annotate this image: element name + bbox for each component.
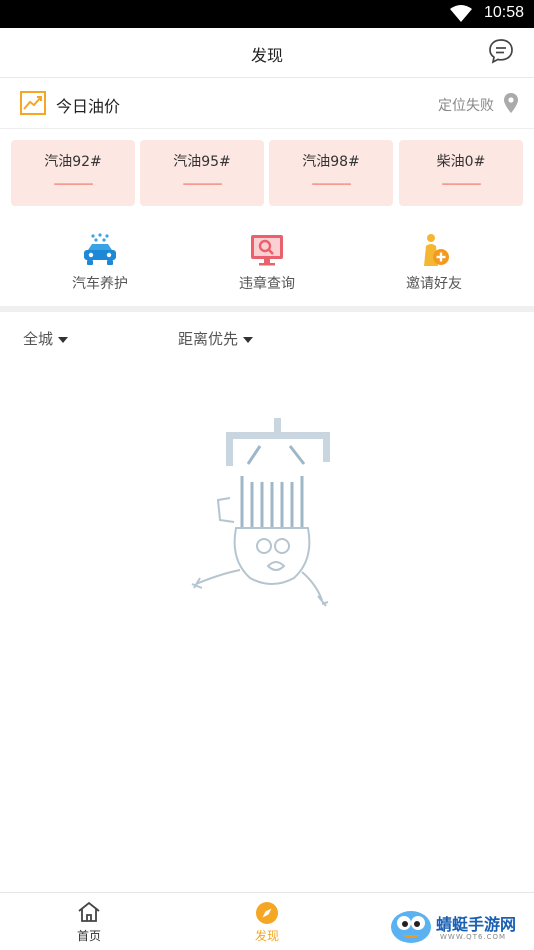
tab-discover[interactable]: 发现 xyxy=(217,893,317,950)
service-invite-friends[interactable]: 邀请好友 xyxy=(374,228,494,298)
section-divider xyxy=(0,306,534,312)
message-icon[interactable] xyxy=(488,38,514,64)
oil-card-price: ------------- xyxy=(182,177,223,190)
tab-label: 首页 xyxy=(76,929,101,943)
watermark-logo: 蜻蜓手游网 WWW.QT6.COM xyxy=(388,905,528,947)
watermark-brand: 蜻蜓手游网 xyxy=(436,915,517,934)
area-filter-dropdown[interactable]: 全城 xyxy=(23,328,69,349)
oil-card-name: 汽油98# xyxy=(302,154,360,170)
oil-price-title: 今日油价 xyxy=(56,97,121,116)
service-label: 汽车养护 xyxy=(72,276,128,292)
oil-card-name: 汽油95# xyxy=(173,154,231,170)
empty-state-illustration xyxy=(191,418,330,607)
oil-card-92[interactable]: 汽油92# ------------- xyxy=(11,140,135,206)
chart-trend-icon xyxy=(20,91,46,115)
sort-filter-label: 距离优先 xyxy=(178,330,239,348)
home-icon xyxy=(78,901,100,922)
invite-friend-icon xyxy=(424,234,449,266)
oil-card-95[interactable]: 汽油95# ------------- xyxy=(140,140,264,206)
watermark-url: WWW.QT6.COM xyxy=(440,933,507,941)
location-status[interactable]: 定位失败 xyxy=(438,95,494,115)
tab-home[interactable]: 首页 xyxy=(39,893,139,950)
violation-search-icon xyxy=(251,235,283,266)
service-violation-query[interactable]: 违章查询 xyxy=(207,228,327,298)
oil-card-name: 柴油0# xyxy=(436,154,486,170)
wifi-icon xyxy=(450,5,472,22)
page-title: 发现 xyxy=(250,46,283,65)
oil-card-name: 汽油92# xyxy=(44,154,102,170)
caret-down-icon xyxy=(58,336,69,343)
location-pin-icon[interactable] xyxy=(504,93,518,113)
oil-card-98[interactable]: 汽油98# ------------- xyxy=(269,140,393,206)
service-label: 邀请好友 xyxy=(406,276,462,292)
top-bar: 发现 xyxy=(0,28,534,78)
oil-card-price: ------------- xyxy=(311,177,352,190)
service-car-care[interactable]: 汽车养护 xyxy=(40,228,160,298)
compass-icon xyxy=(256,902,278,924)
oil-price-header: 今日油价 定位失败 xyxy=(0,78,534,129)
oil-card-price: ------------- xyxy=(441,177,482,190)
oil-card-price: ------------- xyxy=(53,177,94,190)
oil-price-cards: 汽油92# ------------- 汽油95# ------------- … xyxy=(11,140,523,206)
filter-bar: 全城 距离优先 xyxy=(0,322,534,352)
dragonfly-mascot-icon xyxy=(391,911,431,943)
status-time: 10:58 xyxy=(483,4,524,21)
caret-down-icon xyxy=(243,336,254,343)
area-filter-label: 全城 xyxy=(23,330,54,348)
car-wash-icon xyxy=(84,233,116,265)
status-bar: 10:58 xyxy=(0,0,534,28)
service-shortcuts: 汽车养护 违章查询 邀请好友 xyxy=(0,228,534,298)
tab-label: 发现 xyxy=(254,929,279,943)
oil-card-diesel-0[interactable]: 柴油0# ------------- xyxy=(399,140,523,206)
service-label: 违章查询 xyxy=(239,276,295,292)
sort-filter-dropdown[interactable]: 距离优先 xyxy=(178,328,254,349)
